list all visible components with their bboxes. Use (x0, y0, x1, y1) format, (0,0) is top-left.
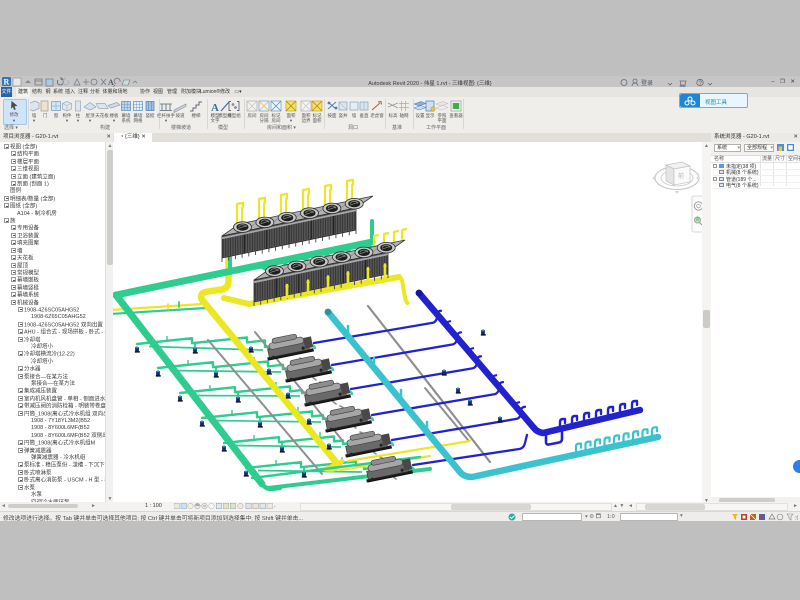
svg-text:‹: ‹ (274, 504, 276, 509)
svg-text:前: 前 (678, 172, 684, 180)
svg-text::0: :0 (795, 516, 798, 522)
svg-text:R: R (4, 78, 10, 87)
svg-text:登录: 登录 (641, 79, 653, 87)
